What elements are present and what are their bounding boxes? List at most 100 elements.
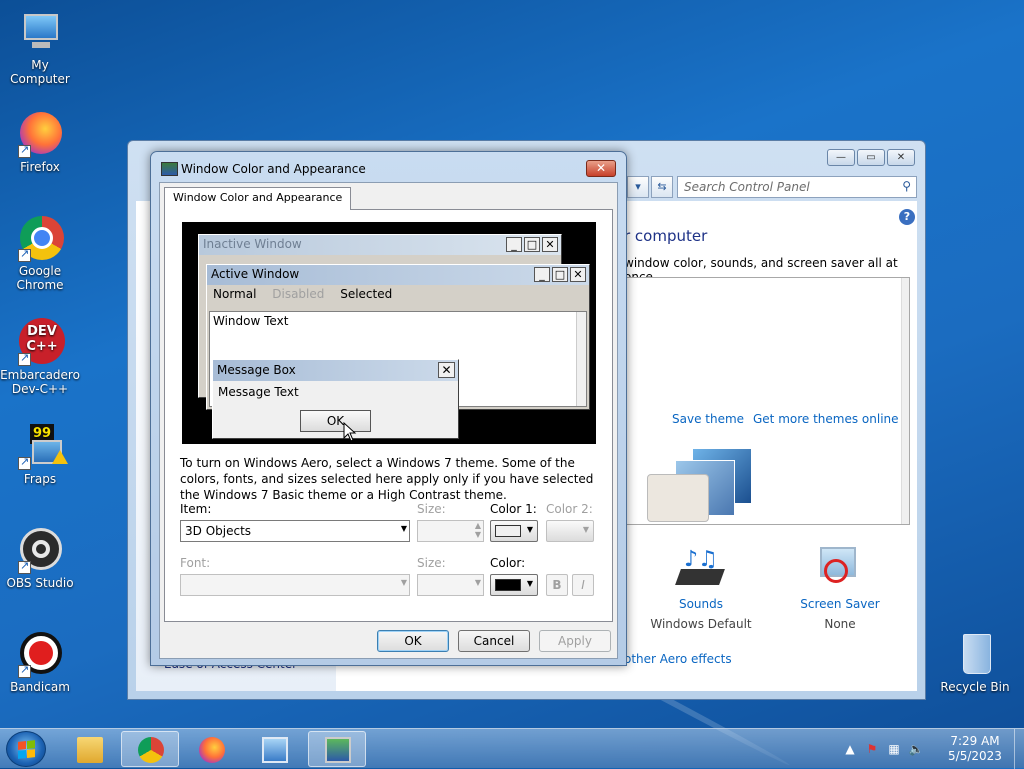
desktop-icon-label: Bandicam (10, 680, 70, 694)
font-select[interactable]: ▼ (180, 574, 410, 596)
font-size-select[interactable]: ▼ (417, 574, 484, 596)
color1-label: Color 1: (490, 502, 537, 516)
screen-saver-icon[interactable] (816, 545, 860, 589)
dialog-close-button[interactable]: ✕ (586, 160, 616, 177)
taskbar-display-settings[interactable] (308, 731, 366, 767)
chrome-icon (138, 737, 164, 763)
cancel-button[interactable]: Cancel (458, 630, 530, 652)
desktop-icon-my-computer[interactable]: My Computer (0, 8, 80, 86)
get-more-themes-link[interactable]: Get more themes online (753, 412, 899, 426)
control-panel-icon (262, 737, 288, 763)
desktop-icon-fraps[interactable]: 99 Fraps (0, 422, 80, 486)
item-label: Item: (180, 502, 212, 516)
clock-date: 5/5/2023 (948, 749, 1002, 763)
help-icon[interactable]: ? (899, 209, 915, 225)
message-box-title: Message Box (217, 363, 296, 377)
maximize-button[interactable]: ▭ (857, 149, 885, 166)
italic-toggle[interactable]: I (572, 574, 594, 596)
inactive-window-buttons: _ □ ✕ (506, 237, 558, 252)
firefox-icon (199, 737, 225, 763)
chrome-icon (16, 214, 64, 262)
appearance-preview[interactable]: Inactive Window _ □ ✕ Active Window _ □ ✕ No… (182, 222, 596, 444)
menu-disabled: Disabled (272, 287, 325, 301)
taskbar-explorer[interactable] (60, 731, 118, 767)
desktop-icon-google-chrome[interactable]: Google Chrome (0, 214, 80, 292)
themes-list[interactable]: Save theme Get more themes online (624, 277, 910, 525)
search-input[interactable]: Search Control Panel ⚲ (677, 176, 917, 198)
volume-icon[interactable]: 🔈 (908, 741, 924, 757)
desktop-icon-devcpp[interactable]: DEVC++ Embarcadero Dev-C++ (0, 318, 80, 396)
sounds-icon[interactable]: ♪♫ (675, 545, 725, 589)
desktop-icon-label: Firefox (20, 160, 60, 174)
chevron-down-icon: ▼ (474, 578, 481, 587)
font-color-picker-button[interactable]: ▼ (490, 574, 538, 596)
desktop-icon-label: OBS Studio (6, 576, 74, 590)
ok-button[interactable]: OK (377, 630, 449, 652)
message-box-preview: Message Box ✕ Message Text OK (212, 359, 459, 439)
folder-icon (77, 737, 103, 763)
taskbar-chrome[interactable] (121, 731, 179, 767)
item-size-spinner[interactable]: ▲ ▼ (417, 520, 484, 542)
window-color-dialog[interactable]: Window Color and Appearance ✕ Window Col… (150, 151, 627, 666)
tab-panel: Inactive Window _ □ ✕ Active Window _ □ ✕ No… (164, 209, 613, 622)
page-title: r computer (624, 227, 708, 245)
chevron-down-icon: ▼ (582, 525, 589, 534)
item-select-value: 3D Objects (185, 524, 252, 538)
taskbar-firefox[interactable] (182, 731, 240, 767)
show-desktop-button[interactable] (1014, 729, 1024, 769)
color2-picker-button[interactable]: ▼ (546, 520, 594, 542)
spinner-arrows-icon: ▲ ▼ (474, 521, 481, 539)
start-button[interactable] (6, 731, 46, 767)
desktop-icon-obs-studio[interactable]: OBS Studio (0, 526, 80, 590)
desktop-icon-firefox[interactable]: Firefox (0, 110, 80, 174)
screen-saver-link[interactable]: Screen Saver (785, 597, 895, 611)
preview-scrollbar (576, 312, 586, 406)
shortcut-arrow-icon (18, 247, 31, 262)
active-window-title: Active Window (207, 265, 589, 285)
desktop-icon-label: Fraps (23, 472, 57, 486)
tab-window-color[interactable]: Window Color and Appearance (164, 187, 352, 210)
sounds-link[interactable]: Sounds (646, 597, 756, 611)
aero-effects-link[interactable]: other Aero effects (624, 652, 732, 666)
taskbar-control-panel[interactable] (245, 731, 303, 767)
action-center-icon[interactable]: ⚑ (864, 741, 880, 757)
shortcut-arrow-icon (18, 559, 31, 574)
shortcut-arrow-icon (18, 455, 31, 470)
active-window-buttons: _ □ ✕ (534, 267, 586, 282)
minimize-button[interactable]: — (827, 149, 855, 166)
dialog-body: Window Color and Appearance Inactive Win… (159, 182, 618, 659)
show-hidden-icons-arrow[interactable]: ▲ (842, 741, 858, 757)
sounds-value: Windows Default (650, 617, 752, 631)
color2-label: Color 2: (546, 502, 593, 516)
close-button[interactable]: ✕ (887, 149, 915, 166)
devcpp-icon: DEV C++ (16, 318, 65, 366)
firefox-icon (16, 110, 64, 158)
desktop-icon-label: My Computer (10, 58, 70, 86)
color1-picker-button[interactable]: ▼ (490, 520, 538, 542)
search-placeholder: Search Control Panel (684, 180, 810, 194)
save-theme-link[interactable]: Save theme (672, 412, 744, 426)
display-settings-icon (161, 162, 178, 176)
system-clock[interactable]: 7:29 AM 5/5/2023 (940, 734, 1010, 764)
themes-scrollbar[interactable] (901, 278, 909, 524)
desktop-icon-recycle-bin[interactable]: Recycle Bin (935, 630, 1015, 694)
taskbar: ▲ ⚑ ▦ 🔈 7:29 AM 5/5/2023 (0, 728, 1024, 769)
chevron-down-icon: ▼ (400, 524, 407, 533)
desktop-icon-bandicam[interactable]: Bandicam (0, 630, 80, 694)
bandicam-icon (16, 630, 64, 678)
bold-toggle[interactable]: B (546, 574, 568, 596)
item-select[interactable]: 3D Objects ▼ (180, 520, 410, 542)
menu-bar-preview: Normal Disabled Selected (207, 285, 589, 303)
computer-icon (16, 8, 64, 56)
network-icon[interactable]: ▦ (886, 741, 902, 757)
chevron-down-icon: ▼ (400, 578, 407, 587)
refresh-button[interactable]: ⇆ (651, 176, 673, 198)
shortcut-arrow-icon (18, 351, 31, 366)
theme-thumbnail[interactable] (647, 448, 767, 522)
menu-selected: Selected (340, 287, 393, 301)
fraps-icon: 99 (16, 422, 68, 470)
clock-time: 7:29 AM (950, 734, 1000, 748)
chevron-down-icon: ▼ (526, 525, 533, 534)
apply-button[interactable]: Apply (539, 630, 611, 652)
address-dropdown-button[interactable]: ▾ (627, 176, 649, 198)
